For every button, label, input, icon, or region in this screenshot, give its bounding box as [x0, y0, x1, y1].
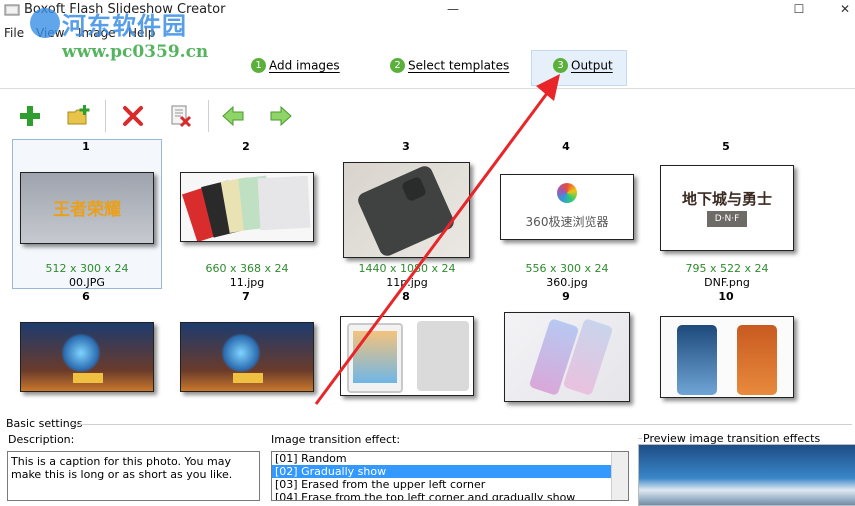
thumb-number: 4	[562, 140, 570, 153]
thumb-number: 6	[82, 290, 90, 303]
thumb-dimensions: 660 x 368 x 24	[205, 262, 289, 275]
move-right-button[interactable]	[266, 101, 296, 131]
thumbnail-image[interactable]	[180, 172, 314, 242]
thumbnail-image[interactable]	[340, 316, 474, 396]
minimize-button[interactable]: —	[430, 0, 476, 20]
thumbnail-image[interactable]: 王者荣耀	[20, 172, 154, 244]
thumb-number: 7	[242, 290, 250, 303]
transition-preview-image	[638, 444, 855, 506]
clear-all-button[interactable]	[166, 101, 196, 131]
description-label: Description:	[8, 433, 75, 446]
thumb-logo-text: 地下城与勇士	[681, 190, 772, 208]
thumb-number: 10	[718, 290, 734, 303]
thumb-number: 8	[402, 290, 410, 303]
toolbar-separator	[105, 100, 106, 132]
thumbnail-image[interactable]	[660, 316, 794, 398]
arrow-right-icon	[270, 106, 292, 126]
thumb-filename: 360.jpg	[546, 276, 588, 289]
thumb-dimensions: 512 x 300 x 24	[45, 262, 129, 275]
step-number-icon: 2	[390, 58, 405, 73]
thumb-filename: 00.JPG	[69, 276, 105, 289]
thumb-number: 2	[242, 140, 250, 153]
basic-settings-panel: Basic settings Description: This is a ca…	[0, 417, 855, 506]
step-label: Output	[571, 58, 613, 73]
maximize-button[interactable]: ☐	[776, 0, 822, 20]
transition-option[interactable]: [04] Erase from the top left corner and …	[272, 491, 628, 500]
transition-option[interactable]: [03] Erased from the upper left corner	[272, 478, 628, 491]
thumbnail-image[interactable]: 360极速浏览器	[500, 174, 634, 240]
toolbar-separator	[208, 100, 209, 132]
watermark-logo	[30, 8, 60, 38]
thumb-dimensions: 556 x 300 x 24	[525, 262, 609, 275]
folder-add-icon	[67, 105, 90, 125]
transition-option[interactable]: [01] Random	[272, 452, 628, 465]
thumb-filename: DNF.png	[704, 276, 750, 289]
transition-label: Image transition effect:	[271, 433, 401, 446]
add-folder-button[interactable]	[64, 101, 94, 131]
step-output[interactable]: 3 Output	[553, 58, 613, 78]
wizard-steps: 1 Add images 2 Select templates 3 Output	[0, 46, 855, 89]
step-label: Add images	[269, 58, 340, 73]
transition-option-selected[interactable]: [02] Gradually show	[272, 465, 628, 478]
app-icon	[4, 4, 20, 16]
plus-icon	[20, 106, 40, 126]
thumb-filename: 11.jpg	[229, 276, 265, 289]
thumbnail-image[interactable]	[504, 312, 630, 402]
arrow-left-icon	[222, 106, 244, 126]
transition-listbox[interactable]: [01] Random [02] Gradually show [03] Era…	[271, 451, 629, 501]
delete-icon	[123, 106, 143, 126]
thumb-number: 3	[402, 140, 410, 153]
step-label: Select templates	[408, 58, 510, 73]
watermark-site-name: 河东软件园	[62, 11, 187, 40]
clear-list-icon	[171, 105, 192, 128]
thumbnail-image[interactable]: 地下城与勇士 D·N·F	[660, 165, 794, 251]
thumb-filename: 11p.jpg	[386, 276, 428, 289]
thumb-logo-text: 360极速浏览器	[525, 215, 609, 229]
thumb-logo-subtext: D·N·F	[707, 211, 747, 227]
thumbnail-image[interactable]	[343, 162, 470, 258]
menu-file[interactable]: File	[4, 26, 24, 40]
step-number-icon: 1	[251, 58, 266, 73]
group-divider	[638, 438, 642, 439]
thumb-number: 1	[82, 140, 90, 153]
thumb-dimensions: 1440 x 1080 x 24	[358, 262, 456, 275]
thumb-number: 5	[722, 140, 730, 153]
group-divider	[72, 424, 852, 425]
thumbnail-image[interactable]	[180, 322, 314, 392]
listbox-scrollbar[interactable]	[611, 452, 628, 500]
step-select-templates[interactable]: 2 Select templates	[390, 58, 509, 78]
delete-button[interactable]	[118, 101, 148, 131]
add-image-button[interactable]	[15, 101, 45, 131]
move-left-button[interactable]	[218, 101, 248, 131]
thumb-logo-text: 王者荣耀	[53, 200, 121, 220]
step-add-images[interactable]: 1 Add images	[251, 58, 340, 78]
thumbnail-image[interactable]	[20, 322, 154, 392]
description-textarea[interactable]: This is a caption for this photo. You ma…	[7, 451, 260, 501]
basic-settings-title: Basic settings	[6, 417, 83, 430]
thumb-dimensions: 795 x 522 x 24	[685, 262, 769, 275]
step-number-icon: 3	[553, 58, 568, 73]
thumb-number: 9	[562, 290, 570, 303]
close-button[interactable]: ✕	[822, 0, 855, 20]
toolbar	[0, 96, 855, 136]
